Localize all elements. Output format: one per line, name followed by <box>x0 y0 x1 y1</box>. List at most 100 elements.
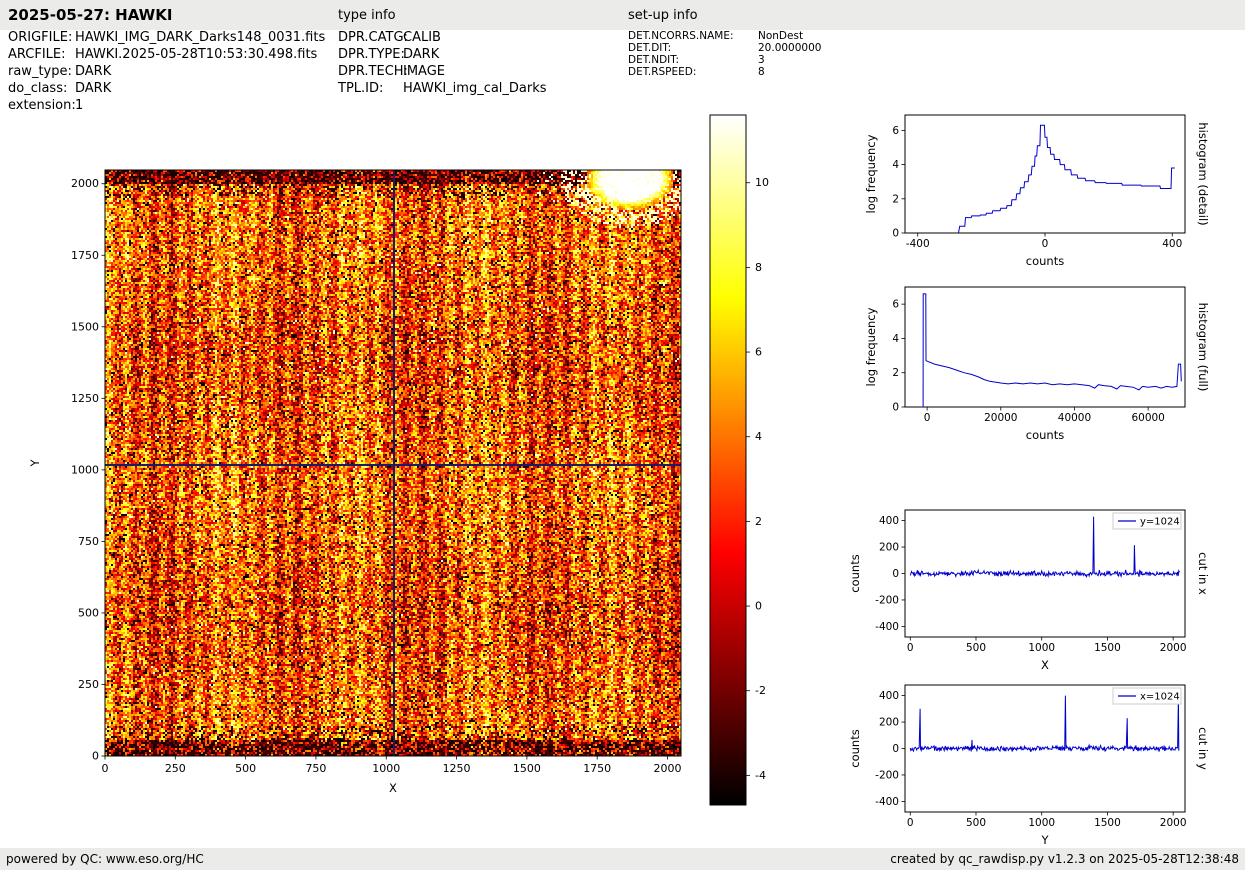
setup-info-row: DET.NCORRS.NAME: NonDest <box>628 30 821 42</box>
histogram-full-figure: 0 20000 40000 60000 0 2 4 6 counts log frequency h… <box>848 270 1245 452</box>
setup-info-row: DET.NDIT: 3 <box>628 54 821 66</box>
right-axis-label: histogram (full) <box>1196 303 1210 392</box>
footer-bar: powered by QC: www.eso.org/HC created by… <box>0 848 1245 870</box>
x-tick-label: 1750 <box>583 762 611 775</box>
x-axis-label: counts <box>1026 254 1064 268</box>
cut-y-chart: 0 500 1000 1500 2000 -400 -200 0 200 400 Ycounts cu… <box>848 684 1210 847</box>
y-tick-label: 750 <box>78 535 99 548</box>
setup-info-row: DET.DIT: 20.0000000 <box>628 42 821 54</box>
colorbar-tick-label: 4 <box>755 430 762 443</box>
field-value: DARK <box>75 64 112 79</box>
main-image-axes: 0 250 500 750 1000 1250 1500 1750 2000 0 250 500 750… <box>30 169 682 795</box>
type-info-row: DPR.CATG: CALIB <box>338 29 547 46</box>
x-tick-label: 400 <box>1162 238 1182 250</box>
x-tick-label: 1000 <box>1028 642 1055 654</box>
y-tick-label: 0 <box>92 750 99 763</box>
y-tick-label: 6 <box>892 125 899 137</box>
file-info-row: ORIGFILE: HAWKI_IMG_DARK_Darks148_0031.fi… <box>8 29 325 46</box>
y-tick-label: 1000 <box>71 463 99 476</box>
y-axis-label: log frequency <box>864 134 878 213</box>
y-tick-label: 1500 <box>71 320 99 333</box>
plot-frame <box>104 169 682 757</box>
right-axis-label: histogram (detail) <box>1196 122 1210 225</box>
histogram-full-chart: 0 20000 40000 60000 0 2 4 6 counts log frequency h… <box>864 286 1210 442</box>
colorbar-tick-label: 6 <box>755 346 762 359</box>
colorbar-tick-label: -2 <box>755 684 766 697</box>
field-value: CALIB <box>403 30 441 45</box>
field-label: do_class: <box>8 81 68 96</box>
header-bar: 2025-05-27: HAWKI type info set-up info <box>0 0 1245 30</box>
file-info-row: raw_type: DARK <box>8 63 325 80</box>
x-tick-label: 1500 <box>1094 817 1121 829</box>
x-tick-label: 1500 <box>1094 642 1121 654</box>
field-label: DET.NDIT: <box>628 54 680 66</box>
legend-label: x=1024 <box>1140 692 1180 703</box>
y-tick-label: 6 <box>892 299 899 311</box>
x-tick-label: 1000 <box>1028 817 1055 829</box>
y-tick-label: 1750 <box>71 249 99 262</box>
y-axis-label: counts <box>848 554 862 592</box>
right-axis-label: cut in x <box>1196 552 1210 595</box>
colorbar-figure: 10 8 6 4 2 0 -2 -4 <box>700 105 820 817</box>
file-info-block: ORIGFILE: HAWKI_IMG_DARK_Darks148_0031.fi… <box>8 29 325 114</box>
file-info-row: do_class: DARK <box>8 80 325 97</box>
y-axis-label: Y <box>30 459 42 468</box>
y-tick-label: 0 <box>892 743 899 755</box>
type-info-block: DPR.CATG: CALIB DPR.TYPE: DARK DPR.TECH: IMAG… <box>338 29 547 97</box>
page-title: 2025-05-27: HAWKI <box>8 6 173 24</box>
x-axis-label: counts <box>1026 428 1064 442</box>
colorbar-tick-label: 2 <box>755 515 762 528</box>
field-value: 1 <box>75 98 84 113</box>
main-image-figure: 0 250 500 750 1000 1250 1500 1750 2000 0 250 500 750… <box>30 140 730 820</box>
x-tick-label: 0 <box>924 412 931 424</box>
field-label: raw_type: <box>8 64 72 79</box>
x-tick-label: 0 <box>1042 238 1049 250</box>
x-tick-label: 60000 <box>1131 412 1164 424</box>
colorbar-tick-label: 0 <box>755 600 762 613</box>
x-tick-label: 250 <box>165 762 186 775</box>
y-tick-label: -400 <box>875 621 899 633</box>
file-info-row: extension: 1 <box>8 97 325 114</box>
setup-info-section-label: set-up info <box>628 8 698 23</box>
x-tick-label: 500 <box>235 762 256 775</box>
y-tick-label: 0 <box>892 402 899 414</box>
setup-info-row: DET.RSPEED: 8 <box>628 66 821 78</box>
histogram-detail-figure: -400 0 400 0 2 4 6 counts log frequency histogram… <box>848 98 1245 276</box>
y-tick-label: 250 <box>78 678 99 691</box>
cut-in-x-figure: 0 500 1000 1500 2000 -400 -200 0 200 400 Xcounts cu… <box>848 493 1245 677</box>
field-label: ORIGFILE: <box>8 30 73 45</box>
x-tick-label: 20000 <box>984 412 1017 424</box>
x-tick-label: 500 <box>966 642 986 654</box>
x-tick-label: 1500 <box>513 762 541 775</box>
type-info-row: DPR.TECH: IMAGE <box>338 63 547 80</box>
data-line <box>920 293 1182 407</box>
legend-label: y=1024 <box>1140 517 1180 528</box>
x-axis-label: X <box>389 781 397 795</box>
cut-x-chart: 0 500 1000 1500 2000-400-2000200400Xcounts cu… <box>848 509 1210 672</box>
footer-right-text: created by qc_rawdisp.py v1.2.3 on 2025-… <box>890 852 1239 866</box>
file-info-row: ARCFILE: HAWKI.2025-05-28T10:53:30.498.fi… <box>8 46 325 63</box>
field-label: DPR.TECH: <box>338 64 408 79</box>
y-tick-label: 200 <box>879 542 899 554</box>
colorbar-tick-label: -4 <box>755 769 766 782</box>
field-label: DPR.CATG: <box>338 30 408 45</box>
y-tick-label: -200 <box>875 769 899 781</box>
field-value: DARK <box>403 47 440 62</box>
field-label: DET.RSPEED: <box>628 66 697 78</box>
field-value: 20.0000000 <box>758 42 822 54</box>
x-tick-label: 40000 <box>1058 412 1091 424</box>
field-value: NonDest <box>758 30 804 42</box>
field-label: ARCFILE: <box>8 47 66 62</box>
field-label: TPL.ID: <box>338 81 384 96</box>
x-tick-label: 500 <box>966 817 986 829</box>
field-value: HAWKI_img_cal_Darks <box>403 81 547 96</box>
y-axis-label: counts <box>848 729 862 767</box>
x-tick-label: -400 <box>906 238 930 250</box>
plot-frame <box>904 286 1186 408</box>
type-info-section-label: type info <box>338 8 396 23</box>
cut-in-y-figure: 0 500 1000 1500 2000 -400 -200 0 200 400 Ycounts cu… <box>848 668 1245 852</box>
y-tick-label: 2 <box>892 193 899 205</box>
x-tick-label: 1250 <box>443 762 471 775</box>
field-label: DET.DIT: <box>628 42 672 54</box>
y-tick-label: 200 <box>879 717 899 729</box>
